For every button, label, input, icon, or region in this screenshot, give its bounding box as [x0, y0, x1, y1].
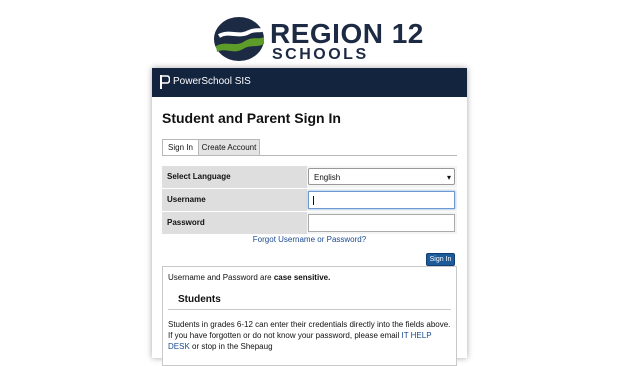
page-title: Student and Parent Sign In	[162, 110, 341, 126]
chevron-down-icon: ▾	[446, 173, 451, 182]
tab-create-account[interactable]: Create Account	[198, 139, 260, 156]
sign-in-button[interactable]: Sign In	[426, 253, 455, 266]
tab-sign-in[interactable]: Sign In	[162, 139, 199, 156]
students-instructions: Students in grades 6-12 can enter their …	[168, 320, 451, 351]
info-divider	[168, 309, 451, 310]
students-heading: Students	[178, 294, 221, 305]
logo-subtitle: SCHOOLS	[272, 46, 369, 63]
password-field[interactable]	[308, 214, 455, 232]
text-cursor	[313, 196, 314, 205]
username-field[interactable]	[308, 191, 455, 209]
region12-emblem-icon	[214, 17, 264, 61]
signin-form: Select Language English ▾ Username Passw…	[162, 166, 457, 235]
language-label: Select Language	[162, 166, 307, 188]
forgot-credentials-link[interactable]: Forgot Username or Password?	[152, 235, 467, 244]
username-row: Username	[162, 189, 457, 211]
info-panel: Username and Password are case sensitive…	[162, 266, 457, 366]
signin-card: PowerSchool SIS Student and Parent Sign …	[152, 68, 467, 366]
language-row: Select Language English ▾	[162, 166, 457, 188]
region12-logo: REGION 12 SCHOOLS	[213, 14, 423, 64]
app-title: PowerSchool SIS	[173, 76, 251, 87]
password-row: Password	[162, 212, 457, 234]
case-sensitive-note: Username and Password are case sensitive…	[168, 273, 331, 282]
password-label: Password	[162, 212, 307, 234]
powerschool-logo-icon	[160, 75, 170, 89]
username-label: Username	[162, 189, 307, 211]
tab-divider	[162, 155, 457, 156]
language-select[interactable]: English ▾	[308, 168, 455, 185]
language-selected-value: English	[314, 173, 341, 182]
card-header: PowerSchool SIS	[152, 68, 467, 97]
